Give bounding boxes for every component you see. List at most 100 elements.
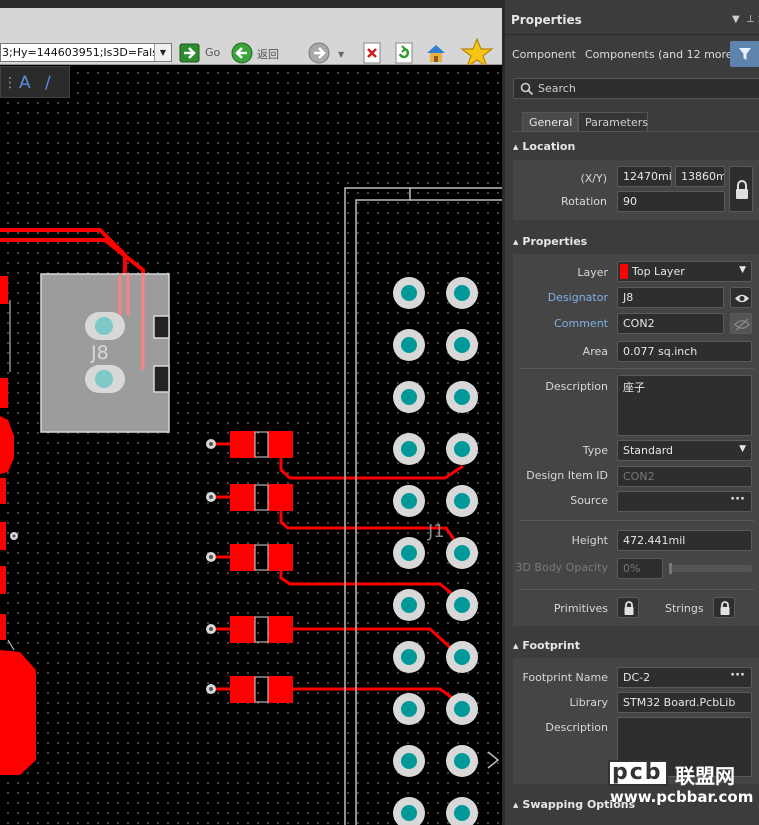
footprint-name-value: DC-2	[623, 671, 651, 684]
pcb-layout: J8 J1	[0, 187, 502, 825]
smd-components[interactable]	[206, 431, 464, 704]
location-section: (X/Y) 12470mil 13860mil Rotation 90	[513, 160, 759, 220]
filter-components-label[interactable]: Components (and 12 more)	[585, 48, 737, 61]
opacity-field: 0%	[617, 558, 663, 579]
pad-col-2	[446, 277, 478, 825]
forward-dropdown-icon[interactable]: ▼	[338, 50, 344, 59]
refresh-icon[interactable]	[393, 42, 415, 64]
strings-label: Strings	[665, 602, 704, 615]
back-icon[interactable]	[231, 42, 253, 64]
design-item-field: CON2	[617, 466, 752, 487]
lock-icon	[720, 601, 730, 615]
collapse-triangle-icon[interactable]: ▲	[513, 143, 518, 151]
watermark-url: www.pcbbar.com	[610, 788, 754, 806]
opacity-slider-handle	[669, 563, 672, 574]
window-top-strip	[0, 0, 502, 8]
search-icon	[520, 82, 534, 96]
section-header-footprint[interactable]: ▲ Footprint	[513, 639, 580, 652]
back-label[interactable]: 返回	[257, 46, 279, 62]
section-header-properties[interactable]: ▲ Properties	[513, 235, 587, 248]
chevron-down-icon: ▼	[739, 444, 746, 454]
strings-lock-button[interactable]	[713, 597, 735, 618]
j1-pads[interactable]	[393, 277, 478, 825]
filter-button[interactable]	[730, 41, 759, 67]
collapse-triangle-icon[interactable]: ▲	[513, 642, 518, 650]
primitives-lock-button[interactable]	[617, 597, 639, 618]
component-j8[interactable]: J8	[40, 273, 170, 433]
section-divider	[519, 589, 754, 590]
height-field[interactable]: 472.441mil	[617, 530, 752, 551]
search-input[interactable]: Search	[513, 78, 759, 99]
active-bar: ⋮ A ∕	[0, 66, 70, 98]
tab-general[interactable]: General	[522, 112, 578, 131]
properties-panel: Properties ▼ ⊥ × Component Components (a…	[502, 0, 759, 825]
library-label: Library	[569, 696, 608, 709]
layer-color-swatch	[620, 264, 628, 279]
designator-label[interactable]: Designator	[548, 291, 608, 304]
browser-toolbar: 3;Hy=144603951;Is3D=False;C ▼ Go 返回 ▼	[0, 8, 502, 68]
section-divider	[519, 520, 754, 521]
home-icon[interactable]	[425, 42, 447, 64]
stop-icon[interactable]	[361, 42, 383, 64]
panel-title-separator	[505, 34, 759, 35]
go-icon[interactable]	[179, 42, 201, 64]
favorites-icon[interactable]	[460, 38, 494, 68]
lock-icon	[624, 601, 634, 615]
smd-part-1	[206, 431, 464, 480]
designator-visibility-button[interactable]	[730, 287, 752, 308]
search-placeholder: Search	[538, 82, 576, 95]
footprint-name-field[interactable]: DC-2 ···	[617, 667, 752, 688]
address-dropdown-icon[interactable]: ▼	[154, 44, 171, 61]
type-select[interactable]: Standard ▼	[617, 440, 752, 461]
pin-icon[interactable]: ⊥	[746, 14, 755, 25]
pad-col-1	[393, 277, 425, 825]
designator-field[interactable]: J8	[617, 287, 724, 308]
watermark-chinese: 联盟网	[675, 764, 735, 788]
lock-position-button[interactable]	[729, 166, 753, 212]
filter-icon	[739, 48, 751, 60]
comment-visibility-button[interactable]	[730, 313, 752, 334]
section-divider	[519, 368, 754, 369]
comment-field[interactable]: CON2	[617, 313, 724, 334]
layer-select[interactable]: Top Layer ▼	[617, 261, 752, 282]
go-label[interactable]: Go	[205, 46, 220, 59]
j8-designator: J8	[90, 342, 109, 364]
type-value: Standard	[623, 444, 674, 457]
section-header-location[interactable]: ▲ Location	[513, 140, 575, 153]
more-icon[interactable]: ···	[730, 492, 745, 507]
y-field[interactable]: 13860mil	[675, 166, 725, 187]
height-label: Height	[571, 534, 608, 547]
properties-section: Layer Top Layer ▼ Designator J8 Comment …	[513, 254, 759, 626]
filter-component-label[interactable]: Component	[512, 48, 576, 61]
j1-designator: J1	[427, 521, 445, 542]
address-input[interactable]: 3;Hy=144603951;Is3D=False;C	[0, 43, 172, 62]
source-label: Source	[570, 494, 608, 507]
rotation-label: Rotation	[560, 195, 607, 208]
x-field[interactable]: 12470mil	[617, 166, 672, 187]
primitives-label: Primitives	[553, 602, 608, 615]
design-item-label: Design Item ID	[526, 469, 608, 482]
collapse-triangle-icon[interactable]: ▲	[513, 238, 518, 246]
opacity-label: 3D Body Opacity	[515, 561, 608, 574]
active-bar-handle[interactable]: ⋮	[3, 75, 17, 91]
tab-parameters[interactable]: Parameters	[578, 112, 648, 131]
area-field: 0.077 sq.inch	[617, 341, 752, 362]
source-field[interactable]: ···	[617, 491, 752, 512]
library-field[interactable]: STM32 Board.PcbLib	[617, 692, 752, 713]
footprint-name-label: Footprint Name	[522, 671, 608, 684]
description-label: Description	[545, 380, 608, 393]
panel-title: Properties	[511, 13, 582, 27]
comment-label[interactable]: Comment	[554, 317, 608, 330]
xy-label: (X/Y)	[580, 172, 607, 185]
text-tool-icon[interactable]: A	[19, 73, 31, 93]
more-icon[interactable]: ···	[730, 668, 745, 683]
line-tool-icon[interactable]: ∕	[45, 73, 51, 93]
type-label: Type	[582, 444, 608, 457]
dropdown-icon[interactable]: ▼	[732, 14, 740, 25]
description-field[interactable]: 座子	[617, 375, 752, 436]
eye-icon	[735, 294, 749, 303]
footprint-description-label: Description	[545, 721, 608, 734]
forward-icon[interactable]	[308, 42, 330, 64]
rotation-field[interactable]: 90	[617, 191, 725, 212]
collapse-triangle-icon[interactable]: ▲	[513, 801, 518, 809]
